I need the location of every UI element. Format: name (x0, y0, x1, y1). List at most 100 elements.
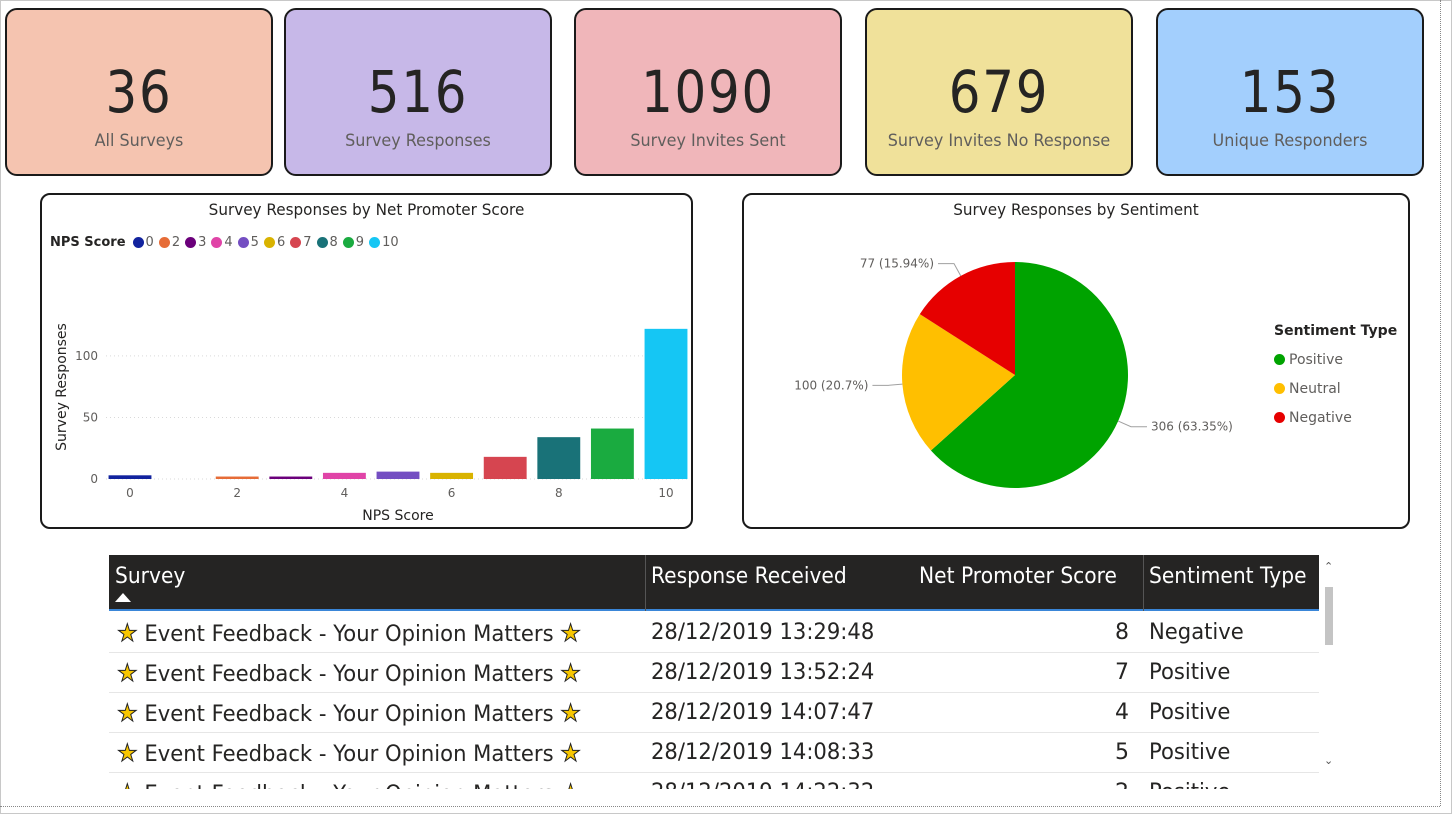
legend-entry[interactable]: Positive (1274, 345, 1397, 374)
kpi-card-survey-responses[interactable]: 516 Survey Responses (284, 8, 552, 176)
cell-net-promoter-score: 8 (1115, 620, 1129, 645)
cell-sentiment-type: Positive (1149, 740, 1231, 765)
survey-name: Event Feedback - Your Opinion Matters (137, 742, 561, 767)
x-tick-label: 2 (233, 486, 241, 500)
legend-entry[interactable]: Neutral (1274, 374, 1397, 403)
star-icon: ★ (117, 619, 139, 648)
bar[interactable] (590, 428, 634, 479)
data-label: 77 (15.94%) (860, 257, 934, 271)
nps-bar-chart-card[interactable]: Survey Responses by Net Promoter Score N… (40, 193, 693, 529)
cell-net-promoter-score: 4 (1115, 700, 1129, 725)
kpi-label: Survey Responses (345, 131, 491, 151)
bar[interactable] (376, 471, 420, 479)
bar[interactable] (215, 476, 259, 479)
cell-response-received: 28/12/2019 14:07:47 (651, 700, 875, 725)
bar[interactable] (269, 476, 313, 479)
column-header-response-received[interactable]: Response Received (651, 563, 847, 591)
cell-net-promoter-score: 2 (1115, 779, 1129, 789)
leader-line (872, 383, 903, 386)
star-icon: ★ (117, 659, 139, 688)
star-icon: ★ (560, 659, 582, 688)
table-row[interactable]: ★ Event Feedback - Your Opinion Matters … (109, 653, 1319, 693)
data-label: 100 (20.7%) (794, 378, 868, 392)
cell-sentiment-type: Positive (1149, 660, 1231, 685)
leader-line (938, 263, 962, 277)
nps-bar-chart: 0 50 100 0 2 4 6 8 10 NPS Score Survey Responses (54, 323, 690, 524)
survey-name: Event Feedback - Your Opinion Matters (138, 782, 561, 789)
x-tick-label: 4 (341, 486, 349, 500)
scroll-thumb[interactable] (1325, 587, 1333, 645)
table-row[interactable]: ★ Event Feedback - Your Opinion Matters … (109, 693, 1319, 733)
y-tick-label: 50 (83, 410, 98, 424)
cell-response-received: 28/12/2019 13:52:24 (651, 660, 875, 685)
kpi-label: All Surveys (94, 131, 184, 151)
star-icon: ★ (117, 779, 139, 790)
legend-label: Neutral (1289, 380, 1341, 397)
cell-survey: ★ Event Feedback - Your Opinion Matters … (117, 739, 582, 769)
data-label: 306 (63.35%) (1151, 420, 1233, 434)
legend-marker (1274, 383, 1285, 394)
column-header-net-promoter-score[interactable]: Net Promoter Score (919, 563, 1117, 591)
bar[interactable] (644, 328, 688, 479)
bar[interactable] (322, 472, 366, 479)
cell-net-promoter-score: 5 (1115, 740, 1129, 765)
kpi-value: 516 (367, 58, 469, 126)
kpi-label: Survey Invites Sent (630, 131, 786, 151)
scroll-down-icon[interactable]: ⌄ (1324, 755, 1333, 767)
star-icon: ★ (560, 699, 582, 728)
column-divider[interactable] (1143, 555, 1144, 611)
kpi-card-invites-no-response[interactable]: 679 Survey Invites No Response (865, 8, 1133, 176)
x-axis-label: NPS Score (362, 508, 433, 524)
survey-name: Event Feedback - Your Opinion Matters (137, 702, 561, 727)
table-row[interactable]: ★ Event Feedback - Your Opinion Matters … (109, 733, 1319, 773)
table-row[interactable]: ★ Event Feedback - Your Opinion Matters … (109, 613, 1319, 653)
survey-responses-table[interactable]: Survey Response Received Net Promoter Sc… (109, 555, 1335, 789)
scroll-up-icon[interactable]: ⌃ (1324, 561, 1333, 573)
sentiment-pie-chart-card[interactable]: Survey Responses by Sentiment 306 (63.35… (742, 193, 1410, 529)
x-tick-label: 10 (658, 486, 673, 500)
survey-name: Event Feedback - Your Opinion Matters (137, 662, 561, 687)
page-boundary-bottom (0, 806, 1440, 807)
cell-net-promoter-score: 7 (1115, 660, 1129, 685)
kpi-value: 679 (948, 58, 1050, 126)
star-icon: ★ (117, 739, 139, 768)
x-tick-label: 6 (448, 486, 456, 500)
sort-ascending-icon[interactable] (115, 593, 131, 602)
cell-survey: ★ Event Feedback - Your Opinion Matters … (117, 619, 582, 649)
table-scrollbar[interactable]: ⌃ ⌄ (1323, 555, 1335, 789)
legend-title: Sentiment Type (1274, 323, 1398, 339)
cell-response-received: 28/12/2019 13:29:48 (651, 620, 875, 645)
cell-survey: ★ Event Feedback - Your Opinion Matters … (117, 779, 582, 790)
page-boundary-right (1440, 0, 1441, 806)
kpi-label: Unique Responders (1212, 131, 1368, 151)
x-tick-label: 8 (555, 486, 563, 500)
y-axis-label: Survey Responses (54, 323, 70, 451)
kpi-value: 153 (1239, 58, 1341, 126)
column-header-survey[interactable]: Survey (115, 563, 185, 591)
table-row[interactable]: ★ Event Feedback - Your Opinion Matters … (109, 773, 1319, 790)
kpi-card-unique-responders[interactable]: 153 Unique Responders (1156, 8, 1424, 176)
cell-sentiment-type: Positive (1149, 700, 1231, 725)
legend-label: Negative (1289, 409, 1352, 426)
legend-marker (1274, 412, 1285, 423)
star-icon: ★ (560, 779, 582, 790)
kpi-value: 1090 (641, 58, 775, 126)
cell-sentiment-type: Negative (1149, 620, 1244, 645)
legend-label: Positive (1289, 351, 1343, 368)
bar[interactable] (108, 475, 152, 479)
legend-entry[interactable]: Negative (1274, 403, 1397, 432)
legend-marker (1274, 354, 1285, 365)
bar[interactable] (483, 456, 527, 479)
kpi-card-all-surveys[interactable]: 36 All Surveys (5, 8, 273, 176)
x-tick-label: 0 (126, 486, 134, 500)
bar[interactable] (430, 472, 474, 479)
cell-survey: ★ Event Feedback - Your Opinion Matters … (117, 699, 582, 729)
column-header-sentiment-type[interactable]: Sentiment Type (1149, 563, 1307, 591)
kpi-value: 36 (105, 58, 173, 126)
star-icon: ★ (560, 739, 582, 768)
kpi-card-invites-sent[interactable]: 1090 Survey Invites Sent (574, 8, 842, 176)
column-divider[interactable] (645, 555, 646, 611)
cell-response-received: 28/12/2019 14:22:32 (651, 779, 874, 789)
kpi-label: Survey Invites No Response (887, 131, 1111, 151)
bar[interactable] (537, 437, 581, 479)
